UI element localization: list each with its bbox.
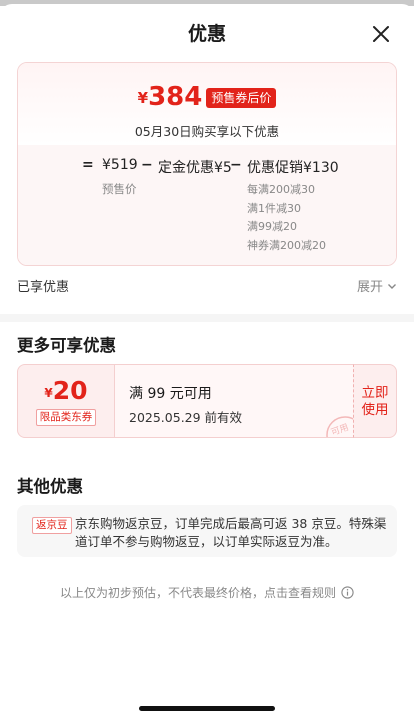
promotion-rule: 每满200减30 <box>247 183 315 196</box>
chevron-down-icon <box>388 283 396 289</box>
other-discounts-title: 其他优惠 <box>17 477 83 496</box>
final-price-row: ¥ 384 预售券后价 <box>18 63 396 111</box>
sheet-title: 优惠 <box>187 23 226 45</box>
footer-note[interactable]: 以上仅为初步预估，不代表最终价格，点击查看规则 <box>0 584 414 601</box>
price-summary-top: ¥ 384 预售券后价 05月30日购买享以下优惠 <box>18 63 396 145</box>
promotion-discount: 优惠促销¥130 <box>247 160 339 176</box>
jingdou-rebate-badge: 返京豆 <box>32 517 72 534</box>
info-icon[interactable] <box>341 586 354 599</box>
coupon-value: 20 <box>52 376 88 405</box>
home-indicator[interactable] <box>139 706 275 711</box>
coupon-type-badge: 限品类东券 <box>35 409 97 426</box>
presale-coupon-price-tag: 预售券后价 <box>206 88 277 108</box>
deposit-discount: 定金优惠¥5 <box>158 160 232 176</box>
promotion-rules-list: 每满200减30 满1件减30 满99减20 神券满200减20 <box>247 181 326 255</box>
use-button-label-line2: 使用 <box>361 402 389 418</box>
use-coupon-button[interactable]: 立即 使用 <box>353 364 397 438</box>
expand-label: 展开 <box>356 280 383 295</box>
more-discounts-title: 更多可享优惠 <box>17 336 116 355</box>
coupon-condition: 满 99 元可用 <box>129 386 212 402</box>
coupon-expiry: 2025.05.29 前有效 <box>129 410 243 425</box>
discount-sheet: 优惠 ¥ 384 预售券后价 05月30日购买享以下优惠 = ¥519 − 定金… <box>0 4 414 720</box>
currency-symbol: ¥ <box>137 89 149 107</box>
coupon-currency: ¥ <box>44 386 53 400</box>
presale-price-label: 预售价 <box>102 182 137 196</box>
sheet-header: 优惠 <box>0 16 414 52</box>
section-divider <box>0 314 414 322</box>
footer-note-text: 以上仅为初步预估，不代表最终价格，点击查看规则 <box>59 586 336 600</box>
presale-price-value: ¥519 <box>102 157 138 173</box>
enjoyed-discounts-label: 已享优惠 <box>17 280 70 295</box>
use-button-label-line1: 立即 <box>361 385 389 401</box>
promotion-rule: 神券满200减20 <box>247 238 326 252</box>
final-price: 384 <box>148 82 203 112</box>
coupon-card[interactable]: ¥ 20 限品类东券 满 99 元可用 2025.05.29 前有效 可用 立即… <box>17 364 397 438</box>
coupon-amount-panel: ¥ 20 限品类东券 <box>17 364 115 438</box>
minus-sign: − <box>141 157 153 173</box>
price-formula: = ¥519 − 定金优惠¥5 − 优惠促销¥130 预售价 每满200减30 … <box>18 145 396 265</box>
price-summary-card: ¥ 384 预售券后价 05月30日购买享以下优惠 = ¥519 − 定金优惠¥… <box>17 62 397 266</box>
close-icon[interactable] <box>370 23 392 45</box>
minus-sign: − <box>230 157 242 173</box>
purchase-date-line: 05月30日购买享以下优惠 <box>134 124 280 139</box>
coupon-stamp-text: 可用 <box>330 422 351 437</box>
coupon-details: 满 99 元可用 2025.05.29 前有效 可用 <box>115 364 353 438</box>
promotion-rule: 满1件减30 <box>247 201 301 215</box>
jingdou-rebate-text: 京东购物返京豆，订单完成后最高可返 38 京豆。特殊渠道订单不参与购物返豆，以订… <box>75 516 387 549</box>
enjoyed-discounts-row: 已享优惠 展开 <box>17 276 397 295</box>
coupon-stamp-icon: 可用 <box>326 416 353 437</box>
equals-sign: = <box>82 157 94 173</box>
coupon-amount: ¥ 20 <box>18 377 114 405</box>
expand-button[interactable]: 展开 <box>357 276 397 295</box>
jingdou-rebate-card: 返京豆 京东购物返京豆，订单完成后最高可返 38 京豆。特殊渠道订单不参与购物返… <box>17 505 397 557</box>
promotion-rule: 满99减20 <box>247 220 297 233</box>
